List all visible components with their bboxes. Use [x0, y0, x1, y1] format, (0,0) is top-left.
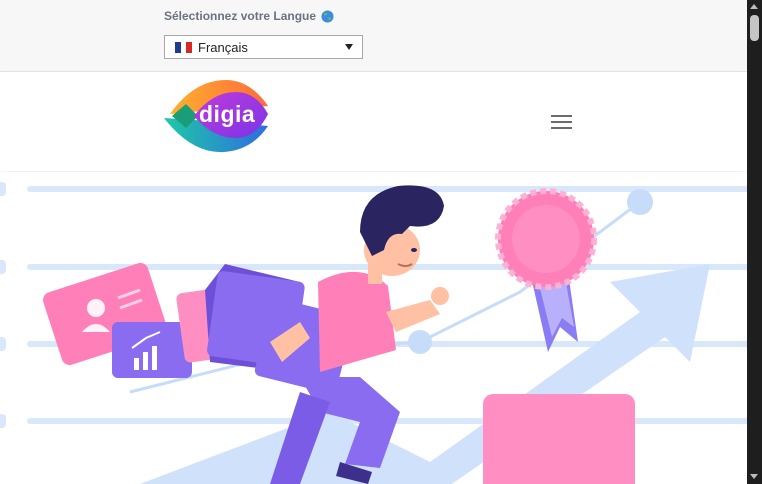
hero-section [0, 172, 747, 484]
logo-text: digia [199, 101, 256, 127]
page-viewport: Sélectionnez votre Langue Français digia [0, 0, 747, 484]
hamburger-menu-icon[interactable] [551, 114, 573, 130]
vertical-scrollbar[interactable] [747, 0, 762, 484]
scroll-up-arrow-icon[interactable] [750, 4, 758, 9]
bar-chart-card-icon [112, 322, 192, 378]
language-select[interactable]: Français [164, 35, 363, 59]
language-bar: Sélectionnez votre Langue Français [0, 0, 747, 72]
chevron-down-icon [345, 44, 353, 50]
trend-dot [627, 189, 653, 215]
france-flag-icon [175, 41, 193, 53]
scroll-down-arrow-icon[interactable] [750, 474, 758, 479]
language-label: Sélectionnez votre Langue [164, 9, 317, 23]
pink-block [483, 394, 635, 484]
background-dots [0, 182, 6, 428]
site-header: digia [0, 72, 747, 171]
scrollbar-thumb[interactable] [750, 15, 759, 41]
language-label-row: Sélectionnez votre Langue [164, 9, 334, 23]
globe-icon [321, 9, 334, 23]
trend-dot [408, 330, 432, 354]
hero-illustration [0, 182, 747, 484]
selected-language: Français [198, 39, 248, 55]
award-badge-icon [495, 188, 597, 352]
